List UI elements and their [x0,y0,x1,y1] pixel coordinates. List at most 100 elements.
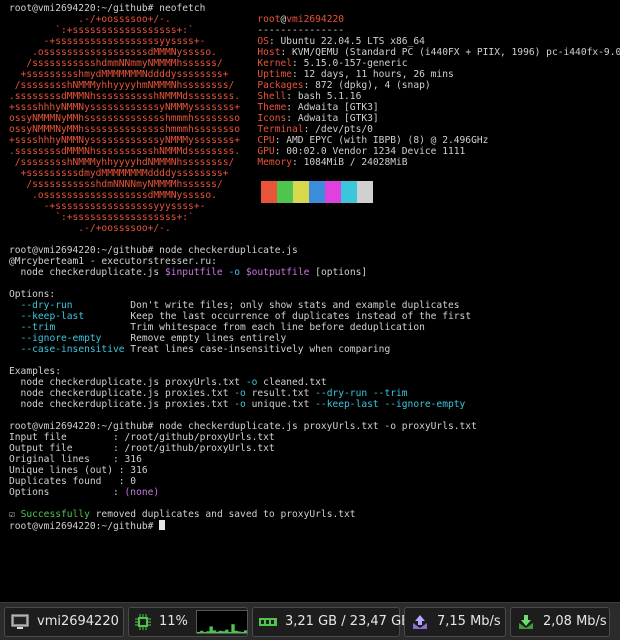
terminal-text: Keep the last occurrence of duplicates i… [84,311,472,322]
terminal-text: Original lines : 316 [9,454,142,465]
terminal-text: .ossssssssssssssssssdMMMNysssso. [9,190,217,201]
cpu-graph-bar [225,629,229,633]
terminal-text: Kernel [257,58,293,69]
terminal-line: .ossssssssssssssssssdMMMNysssso. Host: K… [9,47,620,58]
terminal-text: --trim [20,322,56,333]
terminal-text: -+ssssssssssssssssssyyssss+- [9,36,258,47]
cpu-percent: 11% [159,614,188,629]
terminal-line: root@vmi2694220:~/github# [9,520,166,532]
terminal-text: Shell [257,91,287,102]
terminal-text: --keep-last --ignore-empty [315,399,466,410]
terminal-text: : 872 (dpkg), 4 (snap) [303,80,431,91]
palette-swatch [341,181,357,203]
terminal-line: .ssssssssdMMMNhsssssssssshNMMMdssssssss.… [9,146,465,157]
terminal-line: --trim Trim whitespace from each line be… [9,322,425,333]
terminal-text: : 12 days, 11 hours, 26 mins [292,69,454,80]
terminal-text: -o [234,388,246,399]
upload-widget[interactable]: 7,15 Mb/s [404,606,506,637]
terminal-line: Duplicates found : 0 [9,476,136,487]
terminal-text: +sssshhhyNMMNyssssssssssssyNMMMysssssss+ [9,135,258,146]
upload-icon [413,614,427,629]
terminal-text: Terminal [257,124,304,135]
cpu-graph-bar [196,631,201,633]
terminal-text: `:+ssssssssssssssssss+:` [9,25,258,36]
palette-swatch [277,181,293,203]
terminal-text: @Mrcyberteam1 - executorstresser.ru: [9,256,217,267]
terminal-line: Examples: [9,366,61,377]
terminal-line: --keep-last Keep the last occurrence of … [9,311,472,322]
terminal-text: Remove empty lines entirely [101,333,287,344]
terminal-text: -o [245,377,258,388]
cpu-widget[interactable]: 11% [128,606,248,637]
cpu-graph-bar [237,630,241,633]
terminal-line: +sssshhhyNMMNyssssssssssssyNMMMysssssss+… [9,102,379,113]
palette-swatch [261,181,277,203]
terminal-text: Host [257,47,281,58]
cpu-graph-bar [206,630,210,633]
terminal-text: cleaned.txt [257,377,327,388]
download-widget[interactable]: 2,08 Mb/s [510,606,610,637]
terminal-line: @Mrcyberteam1 - executorstresser.ru: [9,256,217,267]
terminal-line: /sssssssshNMMMyhhyyyyhdNMMMNhssssssss/ M… [9,157,408,168]
palette-swatch [325,181,341,203]
terminal-line: +sssssssssdmydMMMMMMMMddddyssssssss+ [9,168,229,179]
palette-swatch [245,181,261,203]
terminal-line: .ssssssssdMMMNhsssssssssshNMMMdssssssss.… [9,91,361,102]
terminal-line: -+sssssssssssssssssyyyssss+- [9,201,206,212]
terminal-line: root@vmi2694220:~/github# node checkerdu… [9,421,477,432]
terminal-text: -+sssssssssssssssssyyyssss+- [9,201,206,212]
terminal-text: : 1084MiB / 24028MiB [292,157,408,168]
terminal-text: : Ubuntu 22.04.5 LTS x86_64 [268,36,425,47]
terminal-text: Packages [257,80,304,91]
download-icon [519,614,533,629]
terminal-text: : 5.15.0-157-generic [292,58,408,69]
terminal-text: Options: [9,289,56,300]
terminal-text: Icons [257,113,287,124]
terminal-window[interactable]: root@vmi2694220:~/github# neofetch .-/+o… [0,0,620,602]
terminal-text: node checkerduplicate.js [9,267,165,278]
terminal-text: Don't write files; only show stats and e… [72,300,460,311]
terminal-text: ossyNMMMNyMMhsssssssssssssshmmmhssssssso [9,113,258,124]
terminal-text: : AMD EPYC (with IBPB) (8) @ 2.496GHz [274,135,489,146]
terminal-line: +ssssssssshmydMMMMMMMNddddyssssssss+ Upt… [9,69,454,80]
cpu-graph-bar [209,625,213,633]
terminal-text: Input file : /root/github/proxyUrls.txt [9,432,275,443]
terminal-line: +sssshhhyNMMNyssssssssssssyNMMMysssssss+… [9,135,488,146]
terminal-line: Options: [9,289,55,300]
cpu-graph-bar [215,631,219,633]
terminal-text: : 00:02.0 Vendor 1234 Device 1111 [274,146,466,157]
cpu-graph [195,609,248,634]
host-widget[interactable]: vmi2694220 [4,606,124,637]
cpu-graph-bar [212,629,216,633]
terminal-line: Input file : /root/github/proxyUrls.txt [9,432,275,443]
terminal-line: node checkerduplicate.js proxies.txt -o … [9,399,466,410]
terminal-line: --dry-run Don't write files; only show s… [9,300,460,311]
terminal-text: --dry-run --trim [315,388,408,399]
terminal-text: +sssshhhyNMMNyssssssssssssyNMMMysssssss+ [9,102,258,113]
palette-swatch [357,181,373,203]
terminal-text: ☑ [9,509,21,520]
cpu-graph-bar [243,629,247,633]
cpu-graph-bar [231,623,235,633]
terminal-text: Duplicates found : 0 [9,476,137,487]
terminal-line: ossyNMMMNyMMhsssssssssssssshmmmhssssssso… [9,124,373,135]
terminal-text: node checkerduplicate.js proxies.txt [9,388,235,399]
terminal-text: OS [257,36,269,47]
terminal-line: node checkerduplicate.js $inputfile -o $… [9,267,368,278]
terminal-line: `:+ssssssssssssssssss+:` [9,212,194,223]
memory-widget[interactable]: 3,21 GB / 23,47 GB [252,606,410,637]
terminal-text: vmi2694220 [286,14,345,25]
terminal-text: /ssssssssssshdmmNNmmyNMMMMhssssss/ [9,58,258,69]
download-speed: 2,08 Mb/s [543,614,607,629]
terminal-line: /ssssssssssshdmmNNmmyNMMMMhssssss/ Kerne… [9,58,408,69]
terminal-text: Unique lines (out) : 316 [9,465,148,476]
monitor-icon [11,614,29,629]
terminal-line: .-/+oossssoo+/-. [9,223,170,234]
terminal-text: /sssssssshNMMMyhhyyyyhdNMMMNhssssssss/ [9,157,258,168]
terminal-text: Uptime [257,69,293,80]
terminal-text: GPU [257,146,275,157]
terminal-line: root@vmi2694220:~/github# node checkerdu… [9,245,298,256]
